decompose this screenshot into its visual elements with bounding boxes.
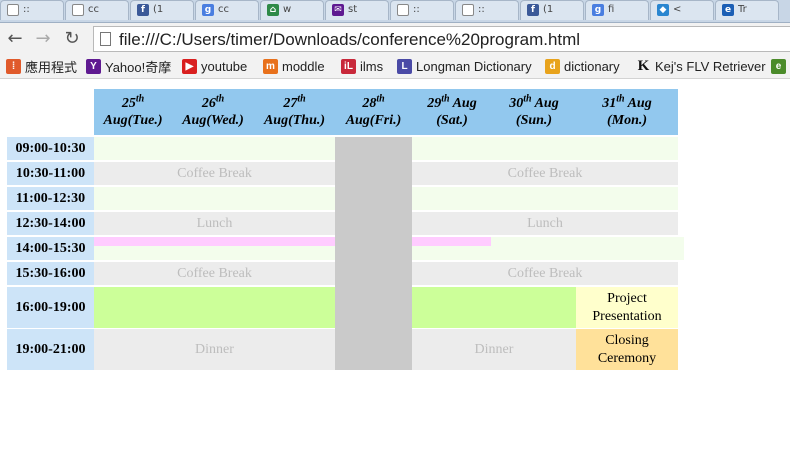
- day-number: 26: [201, 96, 216, 111]
- time-slot: 12:30-14:00: [7, 212, 94, 235]
- day-header: 25th Aug(Tue.): [94, 89, 172, 135]
- session-block: [412, 137, 678, 160]
- day-number: 28: [362, 96, 377, 111]
- session-block: [94, 137, 335, 160]
- time-slot: 09:00-10:30: [7, 137, 94, 160]
- day-header-line: 27th: [283, 93, 306, 112]
- day-header: 26th Aug(Wed.): [172, 89, 254, 135]
- day-month: Aug: [449, 96, 477, 111]
- coffee-break-block: Coffee Break: [412, 162, 678, 185]
- friday-closed-block: [335, 137, 412, 370]
- time-slot: 15:30-16:00: [7, 262, 94, 285]
- day-number: 27: [283, 96, 298, 111]
- day-number: 25: [121, 96, 136, 111]
- day-header: 30th Aug (Sun.): [492, 89, 576, 135]
- dinner-block: Dinner: [412, 329, 576, 370]
- day-month: Aug: [624, 96, 652, 111]
- coffee-break-block: Coffee Break: [94, 262, 335, 285]
- time-slot: 14:00-15:30: [7, 237, 94, 260]
- day-header-line: 31th Aug: [602, 93, 652, 112]
- day-suffix: th: [297, 93, 306, 105]
- green-session-block: [412, 287, 576, 328]
- lunch-block: Lunch: [412, 212, 678, 235]
- day-suffix: th: [616, 93, 625, 105]
- day-number: 29: [427, 96, 442, 111]
- day-number: 30: [509, 96, 524, 111]
- day-suffix: th: [135, 93, 145, 105]
- time-slot: 11:00-12:30: [7, 187, 94, 210]
- day-header: 28th Aug(Fri.): [335, 89, 412, 135]
- session-block: [412, 187, 678, 210]
- day-name: (Sun.): [515, 113, 553, 128]
- day-header: 29th Aug (Sat.): [412, 89, 492, 135]
- closing-ceremony-block: Closing Ceremony: [576, 329, 678, 370]
- day-name: (Mon.): [606, 113, 648, 128]
- day-header-line: 28th: [362, 93, 385, 112]
- session-block: [94, 187, 335, 210]
- time-slot: 19:00-21:00: [7, 329, 94, 370]
- time-slot: 16:00-19:00: [7, 287, 94, 328]
- coffee-break-block: Coffee Break: [412, 262, 678, 285]
- day-name: Aug(Thu.): [263, 113, 326, 128]
- day-number: 31: [602, 96, 617, 111]
- day-suffix: th: [441, 93, 450, 105]
- day-suffix: th: [376, 93, 385, 105]
- day-name: Aug(Fri.): [345, 113, 402, 128]
- day-header-line: 30th Aug: [509, 93, 559, 112]
- day-suffix: th: [523, 93, 532, 105]
- project-presentation-block: Project Presentation: [576, 287, 678, 328]
- green-session-block: [94, 287, 335, 328]
- day-header: 31th Aug (Mon.): [576, 89, 678, 135]
- day-header: 27th Aug(Thu.): [254, 89, 335, 135]
- lunch-block: Lunch: [94, 212, 335, 235]
- day-name: Aug(Wed.): [182, 113, 244, 128]
- day-header-line: 26th: [201, 93, 225, 112]
- day-name: Aug(Tue.): [103, 113, 163, 128]
- time-slot: 10:30-11:00: [7, 162, 94, 185]
- conference-schedule-table: 25th Aug(Tue.) 26th Aug(Wed.) 27th Aug(Thu.) 2…: [0, 0, 790, 457]
- pink-session-strip: [94, 237, 335, 246]
- day-name: (Sat.): [436, 113, 468, 128]
- day-month: Aug: [531, 96, 559, 111]
- pink-session-strip: [412, 237, 491, 246]
- coffee-break-block: Coffee Break: [94, 162, 335, 185]
- day-suffix: th: [215, 93, 225, 105]
- day-header-line: 29th Aug: [427, 93, 477, 112]
- dinner-block: Dinner: [94, 329, 335, 370]
- day-header-line: 25th: [121, 93, 145, 112]
